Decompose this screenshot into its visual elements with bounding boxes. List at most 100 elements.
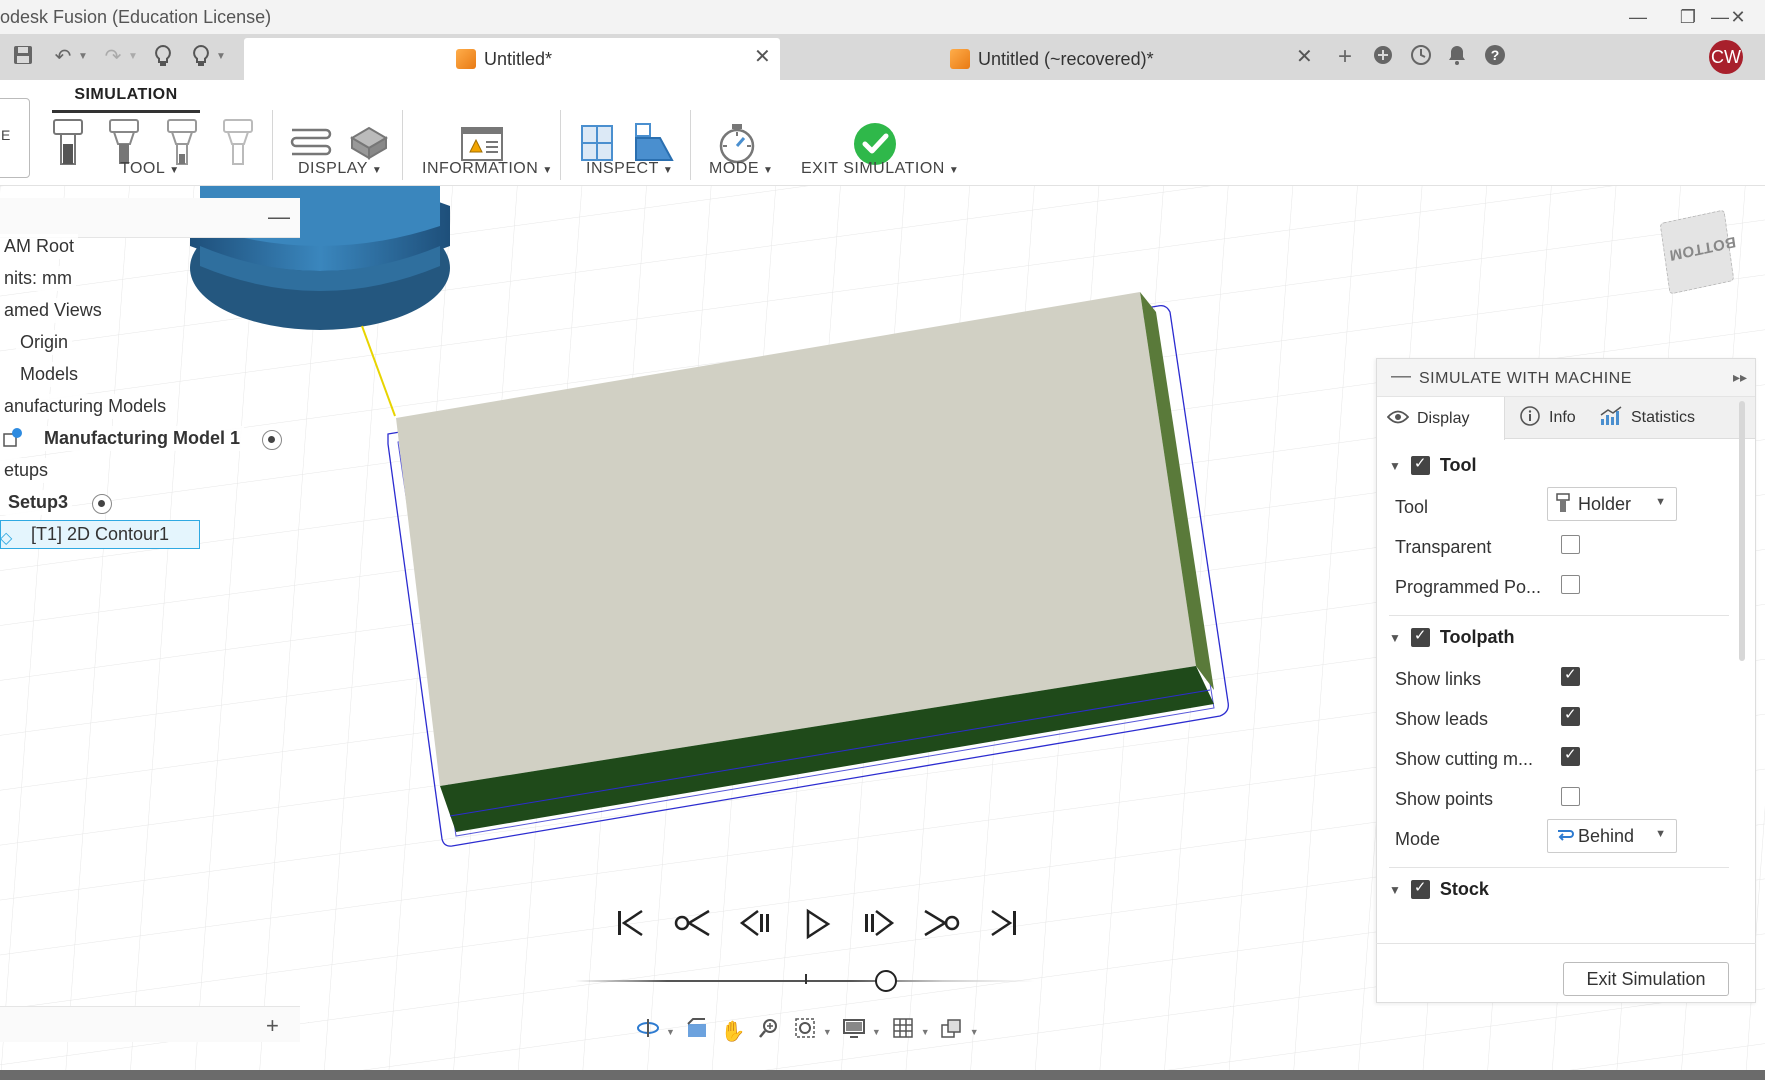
toolbar-divider <box>560 110 561 180</box>
go-to-start-icon[interactable] <box>600 908 662 948</box>
close-window-button[interactable]: ✕ <box>1718 4 1758 30</box>
step-forward-icon[interactable] <box>848 908 910 948</box>
chevron-down-icon[interactable]: ▼ <box>970 1027 979 1037</box>
timeline-slider-handle[interactable] <box>875 970 897 992</box>
show-leads-checkbox[interactable] <box>1561 705 1580 726</box>
inspect-group-menu[interactable]: INSPECT ▼ <box>586 160 673 178</box>
user-avatar[interactable]: CW <box>1709 40 1743 74</box>
zoom-icon[interactable] <box>751 1017 787 1047</box>
expand-triangle-icon[interactable]: ▼ <box>1389 883 1401 897</box>
tree-units[interactable]: nits: mm <box>0 266 77 291</box>
tree-setups[interactable]: etups <box>0 458 53 483</box>
minimize-button-2[interactable]: — <box>1618 4 1658 30</box>
window-title: odesk Fusion (Education License) <box>0 7 272 27</box>
toolpath-section-checkbox[interactable] <box>1410 626 1430 647</box>
exit-simulation-menu[interactable]: EXIT SIMULATION ▼ <box>801 160 959 178</box>
collapse-panel-icon[interactable]: — <box>1391 365 1411 388</box>
show-cutting-moves-checkbox[interactable] <box>1561 745 1580 766</box>
viewcube[interactable]: BOTTOM <box>1659 209 1737 295</box>
transparent-checkbox[interactable] <box>1561 535 1580 554</box>
job-status-icon[interactable] <box>1408 44 1434 70</box>
collapse-browser-icon[interactable]: — <box>268 204 290 230</box>
tab-info[interactable]: Info <box>1509 397 1586 439</box>
tool-display-dropdown[interactable]: Holder ▼ <box>1547 487 1677 521</box>
tool-section-checkbox[interactable] <box>1410 454 1430 475</box>
chevron-down-icon[interactable]: ▼ <box>921 1027 930 1037</box>
mode-group-menu[interactable]: MODE ▼ <box>709 160 773 178</box>
tab-statistics[interactable]: Statistics <box>1589 397 1705 439</box>
tree-models[interactable]: Models <box>16 362 83 387</box>
tab-untitled[interactable]: Untitled* <box>244 38 780 80</box>
programmed-position-checkbox[interactable] <box>1561 575 1580 594</box>
activate-radio[interactable] <box>262 430 282 450</box>
chevron-down-icon[interactable]: ▼ <box>823 1027 832 1037</box>
viewports-icon[interactable] <box>934 1017 970 1047</box>
tree-manufacturing-model-1[interactable]: Manufacturing Model 1 <box>40 426 245 451</box>
tree-origin[interactable]: Origin <box>16 330 73 355</box>
save-icon[interactable] <box>10 44 36 70</box>
restore-button-2[interactable]: ❐ <box>1668 4 1708 30</box>
expand-panel-icon[interactable]: ▸▸ <box>1733 369 1747 386</box>
undo-dropdown-icon[interactable]: ▼ <box>78 44 88 70</box>
tab-display[interactable]: Display <box>1377 397 1505 440</box>
help-icon[interactable]: ? <box>1482 44 1508 70</box>
tool-outline-icon[interactable] <box>220 118 256 168</box>
lightbulb-menu-icon[interactable] <box>188 44 214 70</box>
information-group-menu[interactable]: INFORMATION ▼ <box>422 160 553 178</box>
display-group-label: DISPLAY <box>298 160 368 177</box>
tab-untitled-recovered[interactable]: Untitled (~recovered)* <box>780 38 1310 80</box>
redo-dropdown-icon[interactable]: ▼ <box>128 44 138 70</box>
lightbulb-icon[interactable] <box>150 44 176 70</box>
tree-manufacturing-models[interactable]: anufacturing Models <box>0 394 171 419</box>
show-links-checkbox[interactable] <box>1561 665 1580 686</box>
display-settings-icon[interactable] <box>836 1017 872 1047</box>
panel-title: SIMULATE WITH MACHINE <box>1419 370 1632 387</box>
panel-scrollbar[interactable] <box>1739 401 1745 661</box>
mode-dropdown[interactable]: Behind ▼ <box>1547 819 1677 853</box>
tool-group-menu[interactable]: TOOL ▼ <box>120 160 180 178</box>
previous-operation-icon[interactable] <box>662 908 724 948</box>
tree-cam-root[interactable]: AM Root <box>0 234 79 259</box>
flat-end-mill-icon[interactable] <box>50 118 86 168</box>
redo-icon[interactable]: ↷ <box>100 44 126 70</box>
activate-radio[interactable] <box>92 494 112 514</box>
undo-icon[interactable]: ↶ <box>50 44 76 70</box>
ribbon-toolbar: E SIMULATION TOOL ▼ DISPLAY ▼ INFORMATION ▼… <box>0 80 1765 186</box>
expand-browser-icon[interactable]: + <box>266 1013 279 1039</box>
fit-icon[interactable] <box>787 1017 823 1047</box>
tool-section-header[interactable]: ▼ Tool <box>1389 454 1477 476</box>
workspace-switcher[interactable]: E <box>0 98 30 178</box>
close-tab-untitled-icon[interactable]: ✕ <box>754 44 771 69</box>
document-tab-bar: ↶ ▼ ↷ ▼ ▼ Untitled* ✕ Untitled (~recover… <box>0 34 1765 80</box>
tree-named-views[interactable]: amed Views <box>0 298 106 323</box>
step-back-icon[interactable] <box>724 908 786 948</box>
chevron-down-icon[interactable]: ▼ <box>666 1027 675 1037</box>
pan-icon[interactable]: ✋ <box>715 1017 751 1047</box>
stock-section-header[interactable]: ▼ Stock <box>1389 878 1489 900</box>
chevron-down-icon: ▼ <box>948 165 960 176</box>
expand-triangle-icon[interactable]: ▼ <box>1389 631 1401 645</box>
section-divider <box>1389 615 1729 616</box>
play-icon[interactable] <box>786 908 848 948</box>
look-at-icon[interactable] <box>679 1017 715 1047</box>
grid-settings-icon[interactable] <box>885 1017 921 1047</box>
close-tab-recovered-icon[interactable]: ✕ <box>1296 44 1313 69</box>
next-operation-icon[interactable] <box>910 908 972 948</box>
tab-simulation[interactable]: SIMULATION <box>52 86 200 104</box>
notifications-icon[interactable] <box>1444 44 1470 70</box>
go-to-end-icon[interactable] <box>972 908 1034 948</box>
chevron-down-icon[interactable]: ▼ <box>872 1027 881 1037</box>
expand-triangle-icon[interactable]: ▼ <box>1389 459 1401 473</box>
lightbulb-dropdown-icon[interactable]: ▼ <box>216 44 226 70</box>
show-points-checkbox[interactable] <box>1561 787 1580 806</box>
tree-setup3[interactable]: Setup3 <box>4 490 73 515</box>
extensions-icon[interactable] <box>1370 44 1396 70</box>
toolpath-section-header[interactable]: ▼ Toolpath <box>1389 626 1515 648</box>
stock-section-checkbox[interactable] <box>1410 878 1430 899</box>
tree-operation-2d-contour[interactable]: [T1] 2D Contour1 <box>0 520 201 549</box>
statistics-icon <box>1599 405 1623 432</box>
new-tab-icon[interactable]: + <box>1332 44 1358 70</box>
exit-simulation-button[interactable]: Exit Simulation <box>1563 962 1729 996</box>
display-group-menu[interactable]: DISPLAY ▼ <box>298 160 382 178</box>
orbit-icon[interactable] <box>630 1017 666 1047</box>
